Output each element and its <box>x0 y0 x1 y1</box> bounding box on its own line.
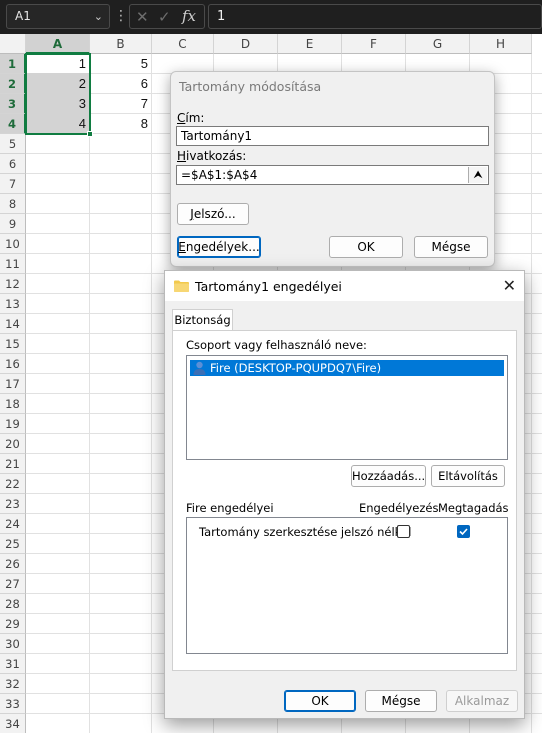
row-header-30[interactable]: 30 <box>0 634 26 654</box>
cell-a1[interactable]: 1 <box>26 54 90 74</box>
allow-header: Engedélyezés <box>359 501 439 515</box>
permission-label: Tartomány szerkesztése jelszó nélkül <box>199 525 412 539</box>
row-header-13[interactable]: 13 <box>0 294 26 314</box>
column-header-e[interactable]: E <box>278 34 342 54</box>
row-header-29[interactable]: 29 <box>0 614 26 634</box>
permissions-dialog: Tartomány1 engedélyei ✕ Biztonság Csopor… <box>164 270 525 719</box>
user-name: Fire (DESKTOP-PQUPDQ7\Fire) <box>210 361 382 375</box>
ok-button[interactable]: OK <box>329 236 403 258</box>
row-header-25[interactable]: 25 <box>0 534 26 554</box>
permissions-header: Fire engedélyei <box>186 501 274 515</box>
row-header-7[interactable]: 7 <box>0 174 26 194</box>
password-button[interactable]: Jelszó... <box>177 203 249 225</box>
row-header-10[interactable]: 10 <box>0 234 26 254</box>
row-header-14[interactable]: 14 <box>0 314 26 334</box>
row-header-23[interactable]: 23 <box>0 494 26 514</box>
title-bar: Tartomány1 engedélyei ✕ <box>165 271 524 301</box>
enter-icon[interactable]: ✓ <box>158 8 171 26</box>
cancel-icon[interactable]: ✕ <box>136 8 149 26</box>
row-header-26[interactable]: 26 <box>0 554 26 574</box>
group-label: Csoport vagy felhasználó neve: <box>186 338 367 352</box>
title-label: Cím: <box>177 111 205 125</box>
reference-value: =$A$1:$A$4 <box>181 168 258 182</box>
name-box-value: A1 <box>15 9 31 23</box>
more-options-icon[interactable]: ⋮ <box>114 6 128 26</box>
formula-input[interactable]: 1 <box>208 4 542 29</box>
permissions-button[interactable]: Engedélyek... <box>177 236 261 258</box>
cell-b4[interactable]: 8 <box>90 114 152 134</box>
user-icon <box>193 361 206 375</box>
row-header-33[interactable]: 33 <box>0 694 26 714</box>
row-header-27[interactable]: 27 <box>0 574 26 594</box>
row-header-18[interactable]: 18 <box>0 394 26 414</box>
chevron-down-icon[interactable]: ⌄ <box>94 5 103 28</box>
folder-icon <box>174 280 189 292</box>
row-header-16[interactable]: 16 <box>0 354 26 374</box>
row-header-24[interactable]: 24 <box>0 514 26 534</box>
cell-b1[interactable]: 5 <box>90 54 152 74</box>
row-header-1[interactable]: 1 <box>0 54 26 74</box>
ref-label: Hivatkozás: <box>177 149 247 163</box>
cell-a3[interactable]: 3 <box>26 94 90 114</box>
row-header-20[interactable]: 20 <box>0 434 26 454</box>
row-header-19[interactable]: 19 <box>0 414 26 434</box>
apply-button: Alkalmaz <box>446 690 518 712</box>
permissions-list: Tartomány szerkesztése jelszó nélkül <box>186 517 508 654</box>
column-header-a[interactable]: A <box>26 34 90 54</box>
row-header-34[interactable]: 34 <box>0 714 26 733</box>
column-header-c[interactable]: C <box>152 34 214 54</box>
cell-b3[interactable]: 7 <box>90 94 152 114</box>
row-header-17[interactable]: 17 <box>0 374 26 394</box>
row-header-2[interactable]: 2 <box>0 74 26 94</box>
row-header-32[interactable]: 32 <box>0 674 26 694</box>
reference-field[interactable]: =$A$1:$A$4 ⮝ <box>176 165 489 185</box>
cancel-button[interactable]: Mégse <box>365 690 437 712</box>
remove-button[interactable]: Eltávolítás <box>431 465 505 487</box>
deny-checkbox[interactable] <box>457 525 470 538</box>
row-header-8[interactable]: 8 <box>0 194 26 214</box>
name-box[interactable]: A1 ⌄ <box>6 4 110 29</box>
row-header-3[interactable]: 3 <box>0 94 26 114</box>
insert-function-icon[interactable]: fx <box>182 7 196 25</box>
collapse-dialog-icon[interactable]: ⮝ <box>468 167 487 183</box>
row-header-31[interactable]: 31 <box>0 654 26 674</box>
column-header-b[interactable]: B <box>90 34 152 54</box>
formula-actions: ✕ ✓ fx <box>129 4 205 29</box>
list-item[interactable]: Fire (DESKTOP-PQUPDQ7\Fire) <box>190 360 504 376</box>
cell-a4[interactable]: 4 <box>26 114 90 134</box>
column-header-d[interactable]: D <box>214 34 278 54</box>
security-panel: Csoport vagy felhasználó neve: Fire (DES… <box>172 330 517 671</box>
row-header-11[interactable]: 11 <box>0 254 26 274</box>
range-edit-dialog: Tartomány módosítása Cím: Tartomány1 Hiv… <box>170 71 495 267</box>
cell-a2[interactable]: 2 <box>26 74 90 94</box>
row-header-4[interactable]: 4 <box>0 114 26 134</box>
dialog-title: Tartomány módosítása <box>179 79 322 94</box>
row-header-15[interactable]: 15 <box>0 334 26 354</box>
select-all-corner[interactable] <box>0 34 26 54</box>
add-button[interactable]: Hozzáadás... <box>351 465 426 487</box>
row-header-21[interactable]: 21 <box>0 454 26 474</box>
check-icon <box>459 528 468 536</box>
cancel-button[interactable]: Mégse <box>414 236 488 258</box>
row-header-6[interactable]: 6 <box>0 154 26 174</box>
users-list[interactable]: Fire (DESKTOP-PQUPDQ7\Fire) <box>186 355 508 460</box>
row-header-5[interactable]: 5 <box>0 134 26 154</box>
column-header-h[interactable]: H <box>470 34 532 54</box>
column-header-g[interactable]: G <box>406 34 470 54</box>
row-header-9[interactable]: 9 <box>0 214 26 234</box>
row-header-28[interactable]: 28 <box>0 594 26 614</box>
cell-b2[interactable]: 6 <box>90 74 152 94</box>
row-header-12[interactable]: 12 <box>0 274 26 294</box>
deny-header: Megtagadás <box>438 501 509 515</box>
ok-button[interactable]: OK <box>284 690 356 712</box>
allow-checkbox[interactable] <box>397 525 410 538</box>
column-header-f[interactable]: F <box>342 34 406 54</box>
dialog-title: Tartomány1 engedélyei <box>195 279 342 294</box>
tab-security[interactable]: Biztonság <box>172 309 233 331</box>
row-header-22[interactable]: 22 <box>0 474 26 494</box>
formula-bar: A1 ⌄ ⋮ ✕ ✓ fx 1 <box>0 0 542 34</box>
excel-window: A1 ⌄ ⋮ ✕ ✓ fx 1 ABCDEFGH 1 2 3 4 5 6 7 8 9 10 11 12… <box>0 0 542 733</box>
title-field[interactable]: Tartomány1 <box>176 126 489 146</box>
close-icon[interactable]: ✕ <box>503 276 516 295</box>
